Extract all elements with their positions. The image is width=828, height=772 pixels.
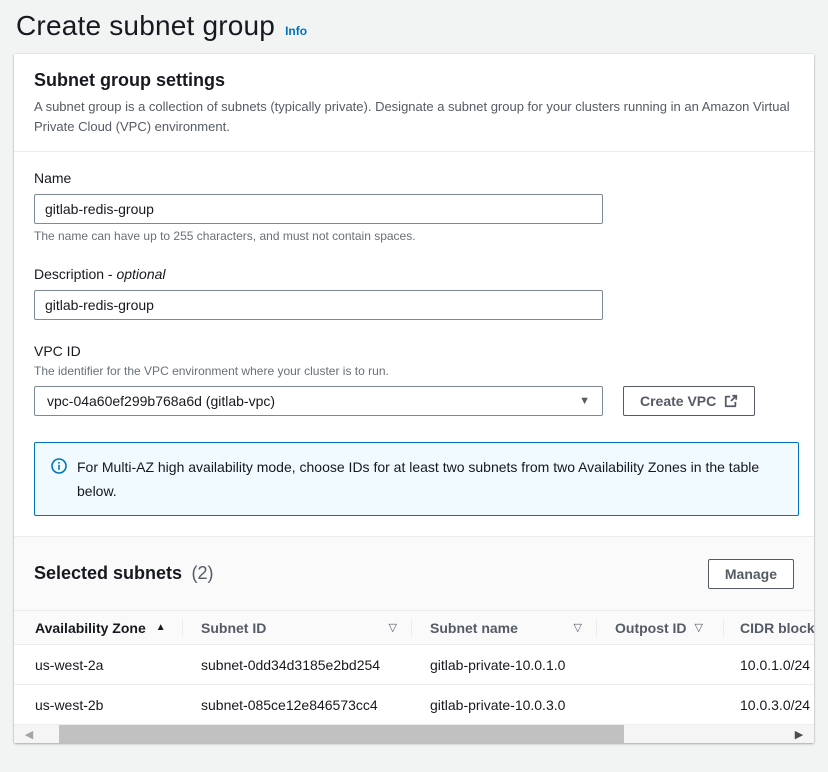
form-section: Name The name can have up to 255 charact…: [14, 152, 814, 536]
name-field-group: Name The name can have up to 255 charact…: [34, 170, 794, 243]
page-title: Create subnet group: [16, 10, 275, 42]
vpc-id-label: VPC ID: [34, 343, 794, 359]
subnet-group-settings-header: Subnet group settings A subnet group is …: [14, 54, 814, 151]
settings-description: A subnet group is a collection of subnet…: [34, 97, 794, 137]
description-input[interactable]: [34, 290, 603, 320]
sortable-icon: ▽: [389, 621, 397, 634]
column-header-outpost-id[interactable]: Outpost ID ▽: [597, 611, 724, 644]
cell-cidr-block: 10.0.3.0/24: [724, 685, 814, 724]
selected-subnets-header: Selected subnets (2) Manage: [14, 537, 814, 610]
cell-outpost-id: [597, 685, 724, 724]
cell-subnet-name: gitlab-private-10.0.3.0: [412, 685, 597, 724]
settings-title: Subnet group settings: [34, 70, 794, 91]
sort-ascending-icon: ▲: [156, 622, 166, 633]
cell-outpost-id: [597, 645, 724, 684]
cell-subnet-id: subnet-085ce12e846573cc4: [183, 685, 412, 724]
vpc-field-group: VPC ID The identifier for the VPC enviro…: [34, 343, 794, 416]
column-label: Outpost ID: [615, 620, 687, 636]
vpc-id-description: The identifier for the VPC environment w…: [34, 363, 794, 379]
create-vpc-button[interactable]: Create VPC: [623, 386, 755, 416]
column-header-availability-zone[interactable]: Availability Zone ▲: [14, 611, 183, 644]
selected-subnets-count: (2): [192, 563, 214, 583]
sortable-icon: ▽: [695, 621, 703, 634]
sortable-icon: ▽: [574, 621, 582, 634]
scroll-right-icon[interactable]: ▶: [784, 725, 814, 743]
scrollbar-track[interactable]: [44, 725, 784, 743]
description-field-group: Description - optional: [34, 266, 794, 320]
subnets-table: Availability Zone ▲ Subnet ID ▽ Subnet n…: [14, 610, 814, 725]
manage-button-label: Manage: [725, 566, 777, 582]
multi-az-info-alert: For Multi-AZ high availability mode, cho…: [34, 442, 799, 516]
selected-subnets-title: Selected subnets: [34, 563, 182, 583]
create-subnet-group-card: Subnet group settings A subnet group is …: [14, 54, 814, 743]
cell-subnet-id: subnet-0dd34d3185e2bd254: [183, 645, 412, 684]
column-header-subnet-name[interactable]: Subnet name ▽: [412, 611, 597, 644]
cell-cidr-block: 10.0.1.0/24: [724, 645, 814, 684]
scrollbar-thumb[interactable]: [59, 725, 624, 743]
name-label: Name: [34, 170, 794, 186]
page-header: Create subnet group Info: [0, 0, 828, 54]
info-link[interactable]: Info: [285, 24, 307, 38]
info-circle-icon: [51, 458, 67, 479]
column-label: CIDR block: [740, 620, 814, 636]
column-header-cidr-block[interactable]: CIDR block: [724, 611, 814, 644]
table-row[interactable]: us-west-2b subnet-085ce12e846573cc4 gitl…: [14, 685, 814, 725]
name-input[interactable]: [34, 194, 603, 224]
column-label: Availability Zone: [35, 620, 146, 636]
cell-availability-zone: us-west-2b: [14, 685, 183, 724]
create-vpc-button-label: Create VPC: [640, 393, 716, 409]
horizontal-scrollbar[interactable]: ◀ ▶: [14, 725, 814, 743]
cell-availability-zone: us-west-2a: [14, 645, 183, 684]
optional-label: optional: [116, 266, 165, 282]
column-label: Subnet ID: [201, 620, 266, 636]
description-label: Description - optional: [34, 266, 794, 282]
table-header-row: Availability Zone ▲ Subnet ID ▽ Subnet n…: [14, 610, 814, 645]
manage-button[interactable]: Manage: [708, 559, 794, 589]
selected-subnets-title-wrap: Selected subnets (2): [34, 563, 214, 584]
description-label-text: Description -: [34, 266, 116, 282]
cell-subnet-name: gitlab-private-10.0.1.0: [412, 645, 597, 684]
table-row[interactable]: us-west-2a subnet-0dd34d3185e2bd254 gitl…: [14, 645, 814, 685]
scroll-left-icon[interactable]: ◀: [14, 725, 44, 743]
vpc-row: vpc-04a60ef299b768a6d (gitlab-vpc) ▼ Cre…: [34, 386, 794, 416]
alert-text: For Multi-AZ high availability mode, cho…: [77, 455, 767, 503]
column-header-subnet-id[interactable]: Subnet ID ▽: [183, 611, 412, 644]
external-link-icon: [724, 394, 738, 408]
column-label: Subnet name: [430, 620, 518, 636]
name-helper-text: The name can have up to 255 characters, …: [34, 229, 794, 243]
vpc-select[interactable]: vpc-04a60ef299b768a6d (gitlab-vpc) ▼: [34, 386, 603, 416]
chevron-down-icon: ▼: [579, 395, 590, 407]
vpc-selected-value: vpc-04a60ef299b768a6d (gitlab-vpc): [47, 393, 275, 409]
